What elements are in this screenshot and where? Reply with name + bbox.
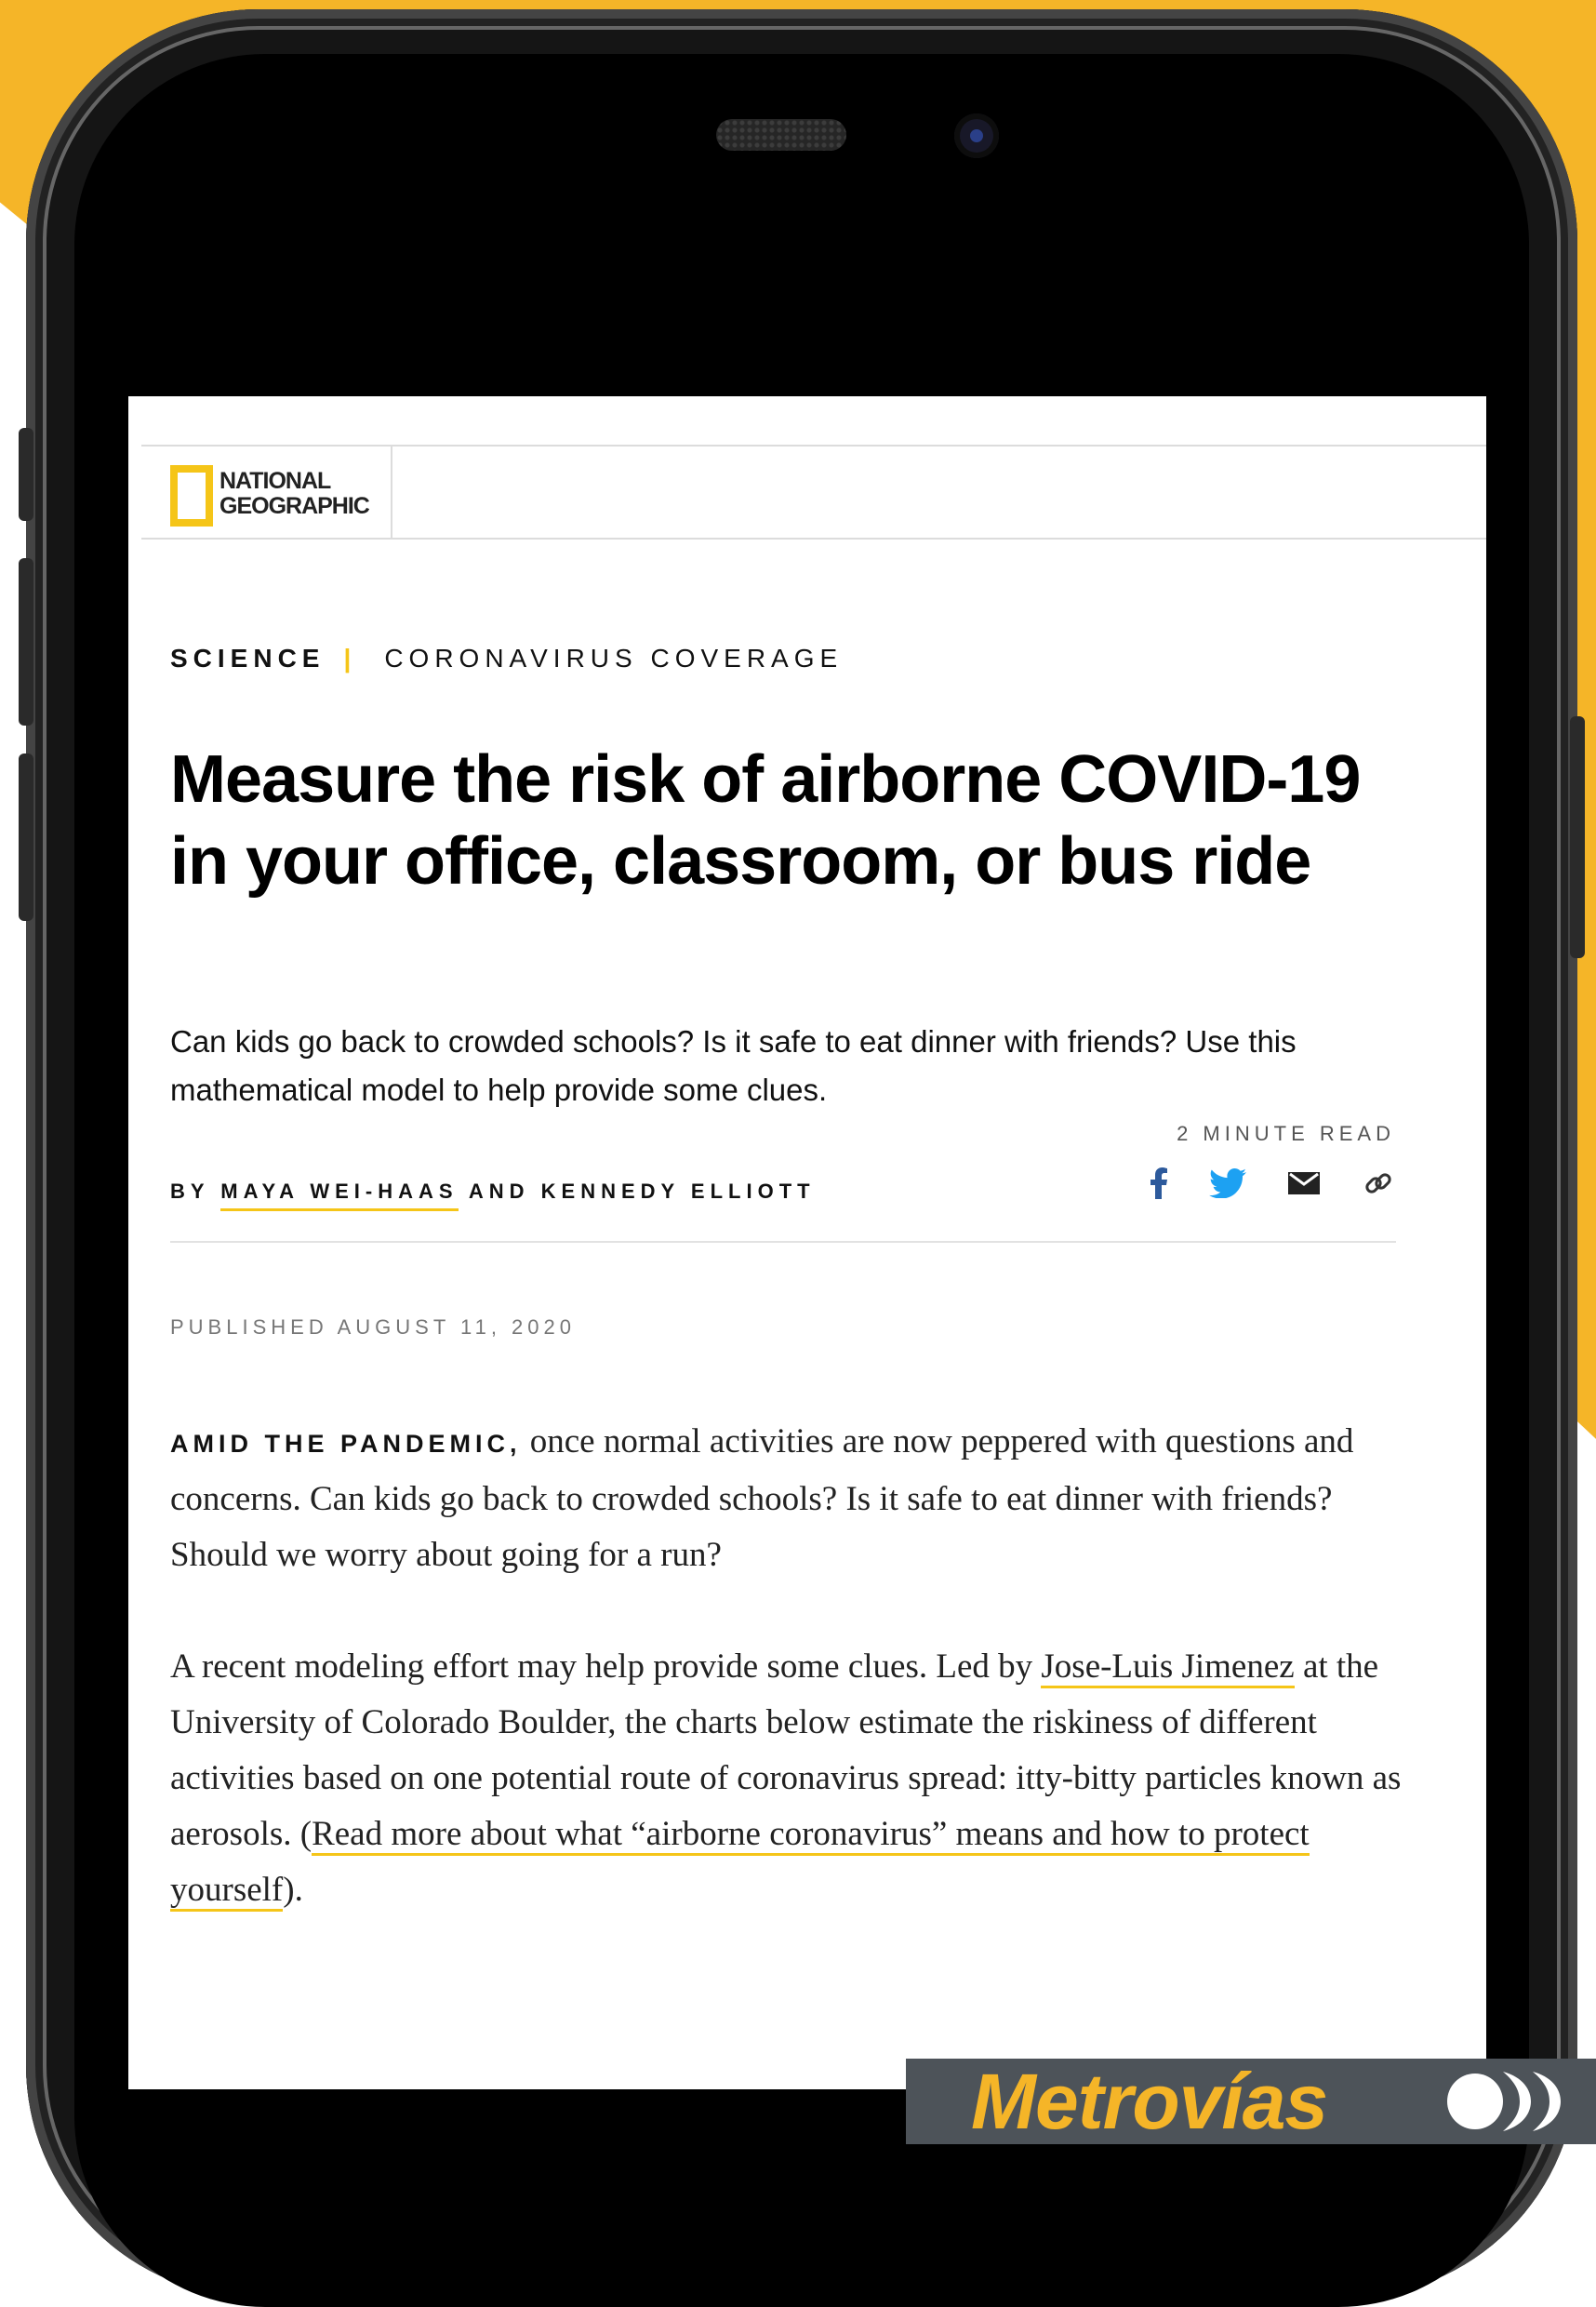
link-icon[interactable] [1360,1165,1397,1202]
article-paragraph: A recent modeling effort may help provid… [170,1639,1412,1918]
earpiece-speaker [716,119,846,151]
byline-divider [170,1241,1396,1243]
logo-cell-divider [391,445,392,540]
volume-up-button [19,558,33,726]
article-dek: Can kids go back to crowded schools? Is … [170,1024,1297,1107]
related-article-link[interactable]: Read more about what “airborne coronavir… [170,1815,1310,1912]
email-icon[interactable] [1285,1165,1323,1202]
category-link[interactable]: CORONAVIRUS COVERAGE [384,644,843,673]
twitter-icon[interactable] [1209,1165,1246,1202]
byline-conjunction: AND [468,1180,530,1203]
article-paragraph: AMID THE PANDEMIC, once normal activitie… [170,1414,1412,1583]
read-time: 2 MINUTE READ [1177,1122,1395,1145]
paragraph-text: A recent modeling effort may help provid… [170,1647,1033,1686]
paren-open: ( [299,1815,313,1853]
author-link[interactable]: MAYA WEI-HAAS [220,1180,459,1211]
facebook-icon[interactable] [1140,1165,1177,1202]
researcher-link[interactable]: Jose-Luis Jimenez [1041,1647,1295,1688]
byline: BY MAYA WEI-HAAS AND KENNEDY ELLIOTT [170,1180,816,1211]
metrovias-wordmark: Metrovías [971,2057,1328,2145]
header-bottom-border [141,538,1486,540]
paren-close: ). [283,1871,303,1909]
published-date: PUBLISHED AUGUST 11, 2020 [170,1315,576,1339]
yellow-border-icon [170,465,213,527]
article-kicker: SCIENCE | CORONAVIRUS COVERAGE [170,644,843,673]
header-top-border [141,445,1486,447]
volume-down-button [19,753,33,921]
kicker-separator: | [343,644,357,673]
byline-prefix: BY [170,1180,210,1203]
article-screen[interactable]: NATIONAL GEOGRAPHIC SCIENCE | CORONAVIRUS … [128,396,1486,2089]
front-camera [954,113,999,158]
metrovias-logo-icon [1447,2072,1561,2131]
paragraph-lead: AMID THE PANDEMIC, [170,1430,522,1458]
section-link[interactable]: SCIENCE [170,644,325,673]
article-title: Measure the risk of airborne COVID-19 in… [170,742,1361,899]
mute-switch [19,428,33,521]
metrovias-banner: Metrovías [906,2057,1596,2145]
logo-wordmark: NATIONAL GEOGRAPHIC [219,468,370,519]
power-button [1570,716,1585,958]
author-name: KENNEDY ELLIOTT [540,1180,816,1203]
